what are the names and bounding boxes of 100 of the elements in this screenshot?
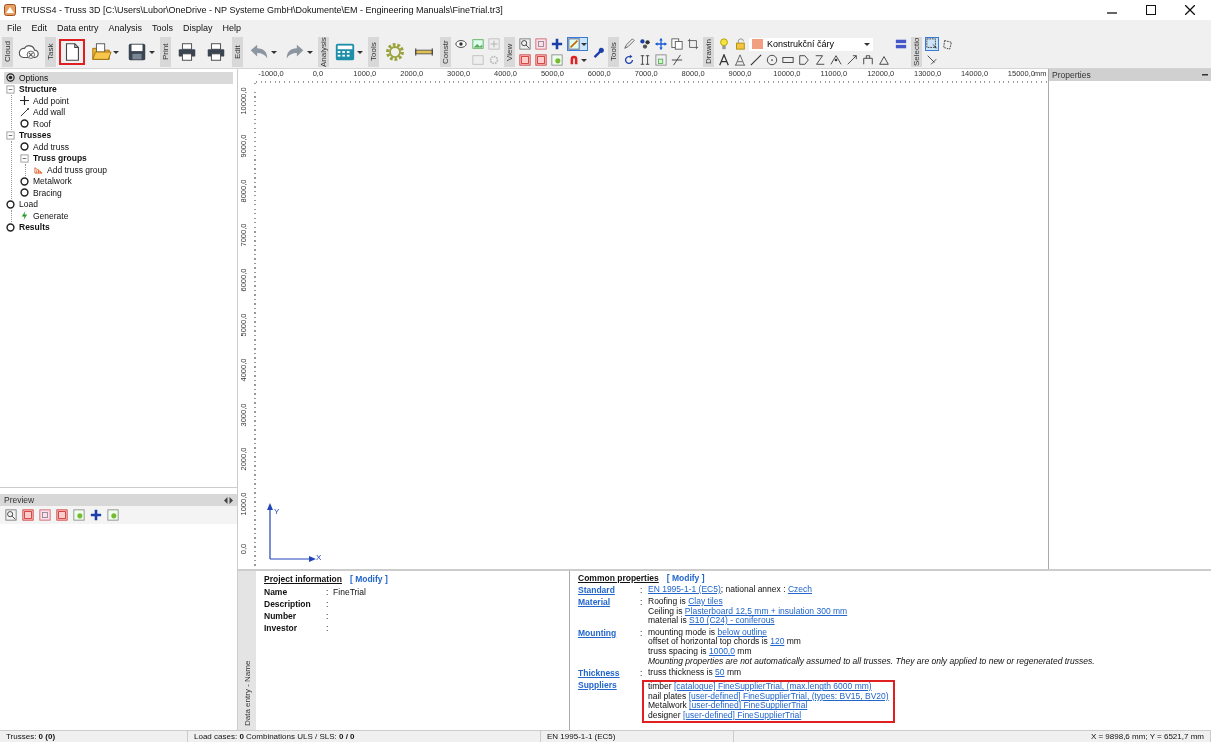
caret-icon[interactable] — [357, 49, 363, 55]
toolbar-button[interactable] — [765, 53, 779, 67]
slash-icon — [671, 54, 683, 66]
frame-icon — [56, 509, 68, 521]
resize-icon[interactable] — [224, 496, 233, 504]
menu-item[interactable]: Tools — [148, 22, 178, 34]
frame-icon — [519, 54, 531, 66]
tree-item[interactable]: Metalwork — [18, 175, 233, 187]
property-link[interactable]: Thickness — [578, 668, 640, 679]
property-text: offset of horizontal top chords is — [648, 636, 769, 647]
toolbar-button[interactable] — [894, 37, 908, 51]
caret-icon[interactable] — [864, 41, 870, 47]
property-link[interactable]: Suppliers — [578, 680, 640, 691]
menu-item[interactable]: Analysis — [104, 22, 147, 34]
status-field: EN 1995-1-1 (EC5) — [541, 731, 734, 742]
value-link[interactable]: Czech — [787, 584, 812, 594]
value-link[interactable]: [user-defined] FineSupplierTrial — [682, 709, 802, 720]
menu-item[interactable]: Data entry — [53, 22, 103, 34]
toolbar-button[interactable] — [59, 39, 85, 65]
caret-icon[interactable] — [149, 49, 155, 55]
tree-item[interactable]: Add truss — [18, 141, 233, 153]
maximize-icon[interactable] — [1146, 5, 1156, 15]
toolbar-button[interactable] — [749, 53, 763, 67]
menu-item[interactable]: Edit — [27, 22, 52, 34]
tree-item[interactable]: Generate — [18, 210, 233, 222]
toolbar-button[interactable] — [550, 37, 564, 51]
caret-icon[interactable] — [271, 49, 277, 55]
toolbar-button[interactable] — [4, 508, 18, 522]
toolbar-button[interactable] — [670, 37, 684, 51]
side-tab[interactable]: Data entry - Name — [238, 571, 256, 730]
property-text: mounting mode is — [648, 626, 716, 637]
layer-dropdown[interactable]: Konstrukční čáry — [749, 37, 873, 51]
value-link[interactable]: Clay tiles — [688, 596, 723, 606]
property-link[interactable]: Mounting — [578, 627, 640, 638]
tree-item[interactable]: Roof — [18, 118, 233, 130]
tree-item[interactable]: Results — [4, 221, 233, 233]
tree-item[interactable]: Structure — [4, 83, 233, 95]
toolbar-button[interactable] — [591, 45, 605, 59]
frame-icon — [472, 54, 484, 66]
text-icon — [718, 54, 730, 66]
toolbar-button[interactable] — [845, 53, 859, 67]
arrow-icon — [846, 54, 858, 66]
toolbar-button[interactable] — [925, 37, 939, 51]
lasso-icon — [942, 38, 954, 50]
modify-link[interactable]: [ Modify ] — [666, 573, 705, 583]
truss-icon — [34, 165, 43, 175]
value-link[interactable]: 50 — [715, 667, 725, 678]
toolbar-button[interactable] — [717, 53, 731, 67]
property-text: mm — [725, 667, 742, 678]
toolbar-button[interactable] — [518, 37, 532, 51]
tree-item[interactable]: Trusses — [4, 129, 233, 141]
value-link[interactable]: S10 (C24) - coniferous — [689, 615, 775, 626]
curve-icon — [814, 54, 826, 66]
caret-icon[interactable] — [581, 57, 587, 63]
move-icon — [655, 38, 667, 50]
toolbar-group-label: Task — [45, 37, 56, 67]
value-link[interactable]: [catalogue] FineSupplierTrial, (max.length 6000 mm) — [674, 681, 872, 692]
menu-item[interactable]: Help — [218, 22, 246, 34]
toolbar-button[interactable] — [829, 53, 843, 67]
circle-icon — [6, 222, 15, 232]
tree-item[interactable]: Add point — [18, 95, 233, 107]
value-link[interactable]: EN 1995-1-1 (EC5) — [648, 584, 721, 594]
line-icon — [750, 54, 762, 66]
frame-icon — [535, 54, 547, 66]
value-link[interactable]: Plasterboard 12,5 mm + insulation 300 mm — [684, 605, 848, 616]
tree-item[interactable]: Bracing — [18, 187, 233, 199]
value-link[interactable]: [user-defined] FineSupplierTrial, (types: BV15, BV20) — [688, 690, 889, 701]
toolbar-button[interactable] — [654, 37, 668, 51]
property-link[interactable]: Material — [578, 597, 640, 607]
toolbar-button[interactable] — [454, 37, 468, 51]
pin-icon[interactable] — [1202, 73, 1208, 77]
toolbar-button[interactable] — [638, 37, 652, 51]
tree-item[interactable]: Load — [4, 198, 233, 210]
property-link[interactable]: Standard — [578, 585, 640, 595]
caret-icon[interactable] — [113, 49, 119, 55]
caret-icon[interactable] — [307, 49, 313, 55]
value-link[interactable]: [user-defined] FineSupplierTrial — [689, 700, 808, 711]
tree-item[interactable]: Add wall — [18, 106, 233, 118]
circle-icon — [20, 142, 29, 152]
tree-item[interactable]: Options — [4, 72, 233, 84]
menu-item[interactable]: Display — [179, 22, 217, 34]
rectangle-icon — [782, 54, 794, 66]
eye-icon — [455, 38, 467, 50]
toolbar-button[interactable] — [638, 53, 652, 67]
property-text: Ceiling is — [648, 605, 683, 616]
tree-item[interactable]: Add truss group — [32, 164, 233, 176]
tree-item[interactable]: Truss groups — [18, 152, 233, 164]
status-field: Trusses: 0 (0) — [0, 731, 188, 742]
value-link[interactable]: below outline — [717, 626, 768, 637]
close-icon[interactable] — [1185, 5, 1195, 15]
modify-link[interactable]: [ Modify ] — [349, 574, 388, 584]
frame-icon — [39, 509, 51, 521]
value-link[interactable]: 1000,0 — [708, 645, 735, 656]
circle-icon — [20, 188, 29, 198]
toolbar-button[interactable] — [89, 508, 103, 522]
menu-item[interactable]: File — [3, 22, 26, 34]
caret-icon[interactable] — [581, 41, 587, 47]
value-link[interactable]: 120 — [770, 636, 785, 647]
lightning-icon — [20, 211, 29, 221]
toolbar-button[interactable] — [622, 53, 636, 67]
